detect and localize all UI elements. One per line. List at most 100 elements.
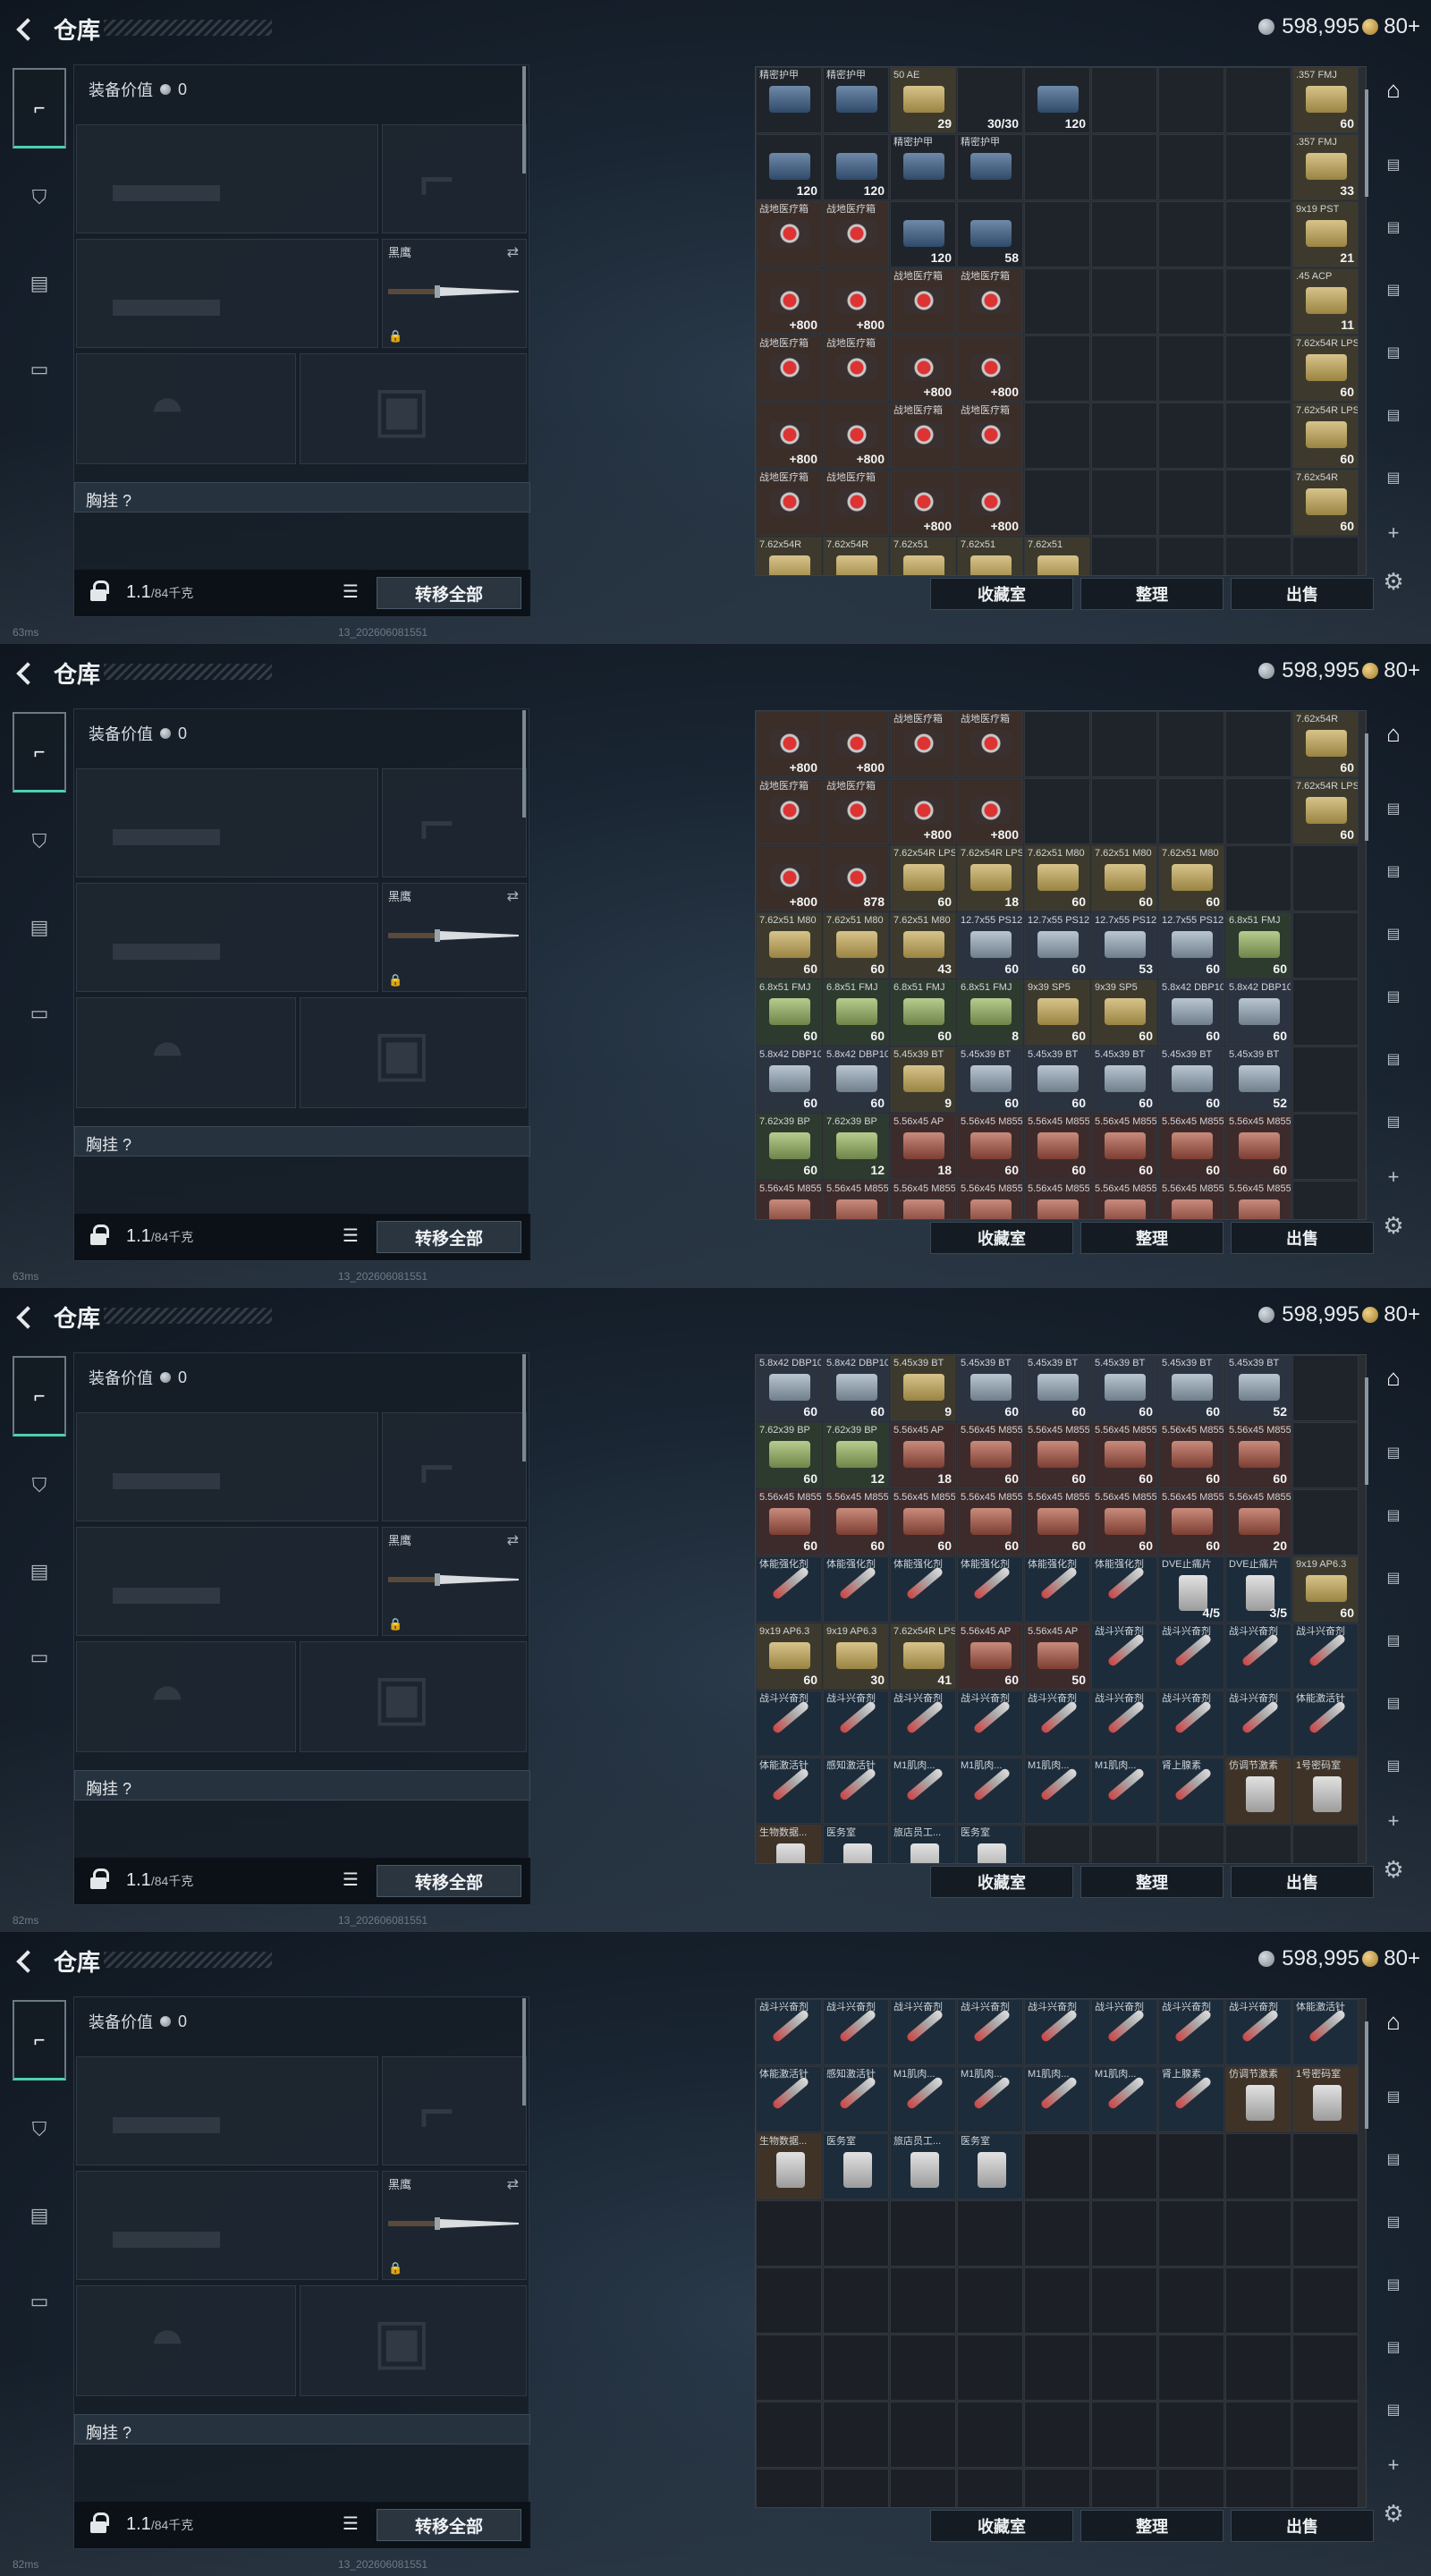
stash-item[interactable]: 9x19 PST 21	[1292, 201, 1359, 267]
stash-cell[interactable]: +800	[823, 711, 889, 777]
melee-slot[interactable]: 黑鹰 ⇄ 🔒	[382, 1527, 527, 1636]
stash-cell[interactable]	[1158, 711, 1224, 777]
stash-item[interactable]: 5.45x39 BT 52	[1225, 1355, 1291, 1421]
chest-rig-slot[interactable]: 胸挂 ?	[74, 1770, 530, 1801]
stash-item[interactable]: 12.7x55 PS12 60	[1024, 912, 1090, 979]
stash-cell[interactable]	[1024, 268, 1090, 335]
gear-icon[interactable]: ⚙	[1370, 1208, 1417, 1243]
stash-item[interactable]: 5.8x42 DBP10 60	[756, 1355, 822, 1421]
list-icon[interactable]: ☰	[343, 1868, 364, 1892]
stash-cell[interactable]	[1091, 2334, 1157, 2401]
stash-cell[interactable]: 878	[823, 845, 889, 911]
stash-cell[interactable]	[1091, 335, 1157, 402]
stash-item[interactable]: 7.62x54R LPS 60	[1292, 778, 1359, 844]
stash-item[interactable]: 5.56x45 M855A1 60	[1024, 1114, 1090, 1180]
vest-tab[interactable]: ▤	[13, 243, 66, 324]
stash-item[interactable]: 战地医疗箱	[890, 711, 956, 777]
collection-room-button[interactable]: 收藏室	[930, 578, 1073, 610]
stash-cell[interactable]	[1158, 335, 1224, 402]
container-tab-5[interactable]: ▤	[1370, 397, 1417, 433]
stash-item[interactable]: 5.56x45 M855A1 60	[957, 1422, 1023, 1488]
stash-item[interactable]: 5.56x45 M855A1 60	[957, 1114, 1023, 1180]
stash-item[interactable]: 7.62x51 M80 60	[1091, 845, 1157, 911]
stash-item[interactable]: 7.62x54R LPS 60	[890, 845, 956, 911]
stash-item[interactable]: 7.62x51 M80 43	[890, 912, 956, 979]
container-tab-5[interactable]: ▤	[1370, 1685, 1417, 1721]
container-tab-2[interactable]: ▤	[1370, 209, 1417, 245]
stash-item[interactable]: 战斗兴奋剂	[1091, 1690, 1157, 1757]
stash-cell[interactable]	[1091, 1825, 1157, 1863]
stash-cell[interactable]	[1024, 778, 1090, 844]
bonds-balance[interactable]: 80+	[1362, 1302, 1420, 1327]
stash-cell[interactable]: +800	[890, 335, 956, 402]
stash-cell[interactable]	[1292, 2334, 1359, 2401]
stash-item[interactable]: 医务室	[823, 2133, 889, 2199]
stash-item[interactable]: 5.45x39 BT 60	[1158, 1355, 1224, 1421]
stash-cell[interactable]: +800	[756, 711, 822, 777]
stash-item[interactable]: 7.62x51 M80 60	[1158, 845, 1224, 911]
sort-button[interactable]: 整理	[1080, 1866, 1224, 1898]
stash-cell[interactable]: +800	[756, 402, 822, 469]
sell-button[interactable]: 出售	[1231, 1222, 1374, 1254]
stash-item[interactable]: 5.45x39 BT 60	[1024, 1046, 1090, 1113]
stash-item[interactable]: 精密护甲	[823, 67, 889, 133]
stash-item[interactable]: 5.56x45 M855A1 60	[1024, 1489, 1090, 1555]
stash-cell[interactable]	[1158, 470, 1224, 536]
stash-cell[interactable]	[890, 2200, 956, 2267]
armor-tab[interactable]: ⛉	[13, 801, 66, 882]
stash-item[interactable]: 9x19 AP6.3 60	[1292, 1556, 1359, 1623]
stash-item[interactable]: 5.56x45 M855A1	[756, 1181, 822, 1219]
loadout-scrollbar[interactable]	[522, 1998, 526, 2106]
stash-cell[interactable]	[1292, 1489, 1359, 1555]
collection-room-button[interactable]: 收藏室	[930, 1866, 1073, 1898]
container-tab-1[interactable]: ▤	[1370, 2079, 1417, 2114]
container-tab-1[interactable]: ▤	[1370, 147, 1417, 182]
stash-item[interactable]: 战地医疗箱	[756, 778, 822, 844]
stash-item[interactable]: 体能激活针	[756, 2066, 822, 2132]
stash-item[interactable]: 战地医疗箱	[890, 268, 956, 335]
stash-item[interactable]: 9x39 SP5 60	[1091, 979, 1157, 1046]
stash-cell[interactable]	[1292, 2200, 1359, 2267]
helmet-slot[interactable]: ◓	[76, 353, 296, 464]
stash-item[interactable]: 战斗兴奋剂	[823, 1999, 889, 2065]
stash-item[interactable]: 战地医疗箱	[823, 335, 889, 402]
stash-item[interactable]: 5.45x39 BT 60	[1024, 1355, 1090, 1421]
stash-item[interactable]: 5.8x42 DBP10 60	[823, 1355, 889, 1421]
swap-icon[interactable]: ⇄	[507, 887, 519, 905]
stash-item[interactable]: 1号密码室	[1292, 2066, 1359, 2132]
stash-item[interactable]: 战斗兴奋剂	[1091, 1623, 1157, 1690]
stash-item[interactable]: 9x19 AP6.3 60	[756, 1623, 822, 1690]
stash-cell[interactable]	[1225, 1825, 1291, 1863]
stash-item[interactable]: 7.62x39 BP 60	[756, 1114, 822, 1180]
stash-item[interactable]: 5.56x45 M855A1	[1091, 1181, 1157, 1219]
melee-slot[interactable]: 黑鹰 ⇄ 🔒	[382, 239, 527, 348]
container-tab-4[interactable]: ▤	[1370, 2267, 1417, 2302]
stash-cell[interactable]	[890, 2334, 956, 2401]
stash-item[interactable]: 体能强化剂	[756, 1556, 822, 1623]
list-icon[interactable]: ☰	[343, 580, 364, 604]
stash-cell[interactable]	[1091, 67, 1157, 133]
gear-icon[interactable]: ⚙	[1370, 564, 1417, 599]
stash-cell[interactable]	[957, 2200, 1023, 2267]
stash-cell[interactable]: 30/30	[957, 67, 1023, 133]
stash-item[interactable]: 战斗兴奋剂	[823, 1690, 889, 1757]
weapon-tab[interactable]: ⌐	[13, 712, 66, 792]
stash-cell[interactable]	[823, 2469, 889, 2507]
stash-cell[interactable]	[1024, 335, 1090, 402]
stash-item[interactable]: 战斗兴奋剂	[957, 1690, 1023, 1757]
stash-cell[interactable]	[1091, 2133, 1157, 2199]
stash-cell[interactable]	[890, 2402, 956, 2468]
plus-icon[interactable]: +	[1370, 1159, 1417, 1195]
stash-scrollbar[interactable]	[1365, 733, 1368, 841]
transfer-all-button[interactable]: 转移全部	[377, 1221, 521, 1253]
stash-cell[interactable]: +800	[890, 470, 956, 536]
stash-item[interactable]: .357 FMJ 33	[1292, 134, 1359, 200]
stash-cell[interactable]: +800	[957, 335, 1023, 402]
stash-item[interactable]: 5.8x42 DBP10 60	[1158, 979, 1224, 1046]
stash-item[interactable]: 战斗兴奋剂	[1292, 1623, 1359, 1690]
swap-icon[interactable]: ⇄	[507, 2175, 519, 2193]
container-tab-3[interactable]: ▤	[1370, 1560, 1417, 1596]
sell-button[interactable]: 出售	[1231, 578, 1374, 610]
container-tab-1[interactable]: ▤	[1370, 1435, 1417, 1470]
stash-item[interactable]: 7.62x51	[1024, 537, 1090, 575]
